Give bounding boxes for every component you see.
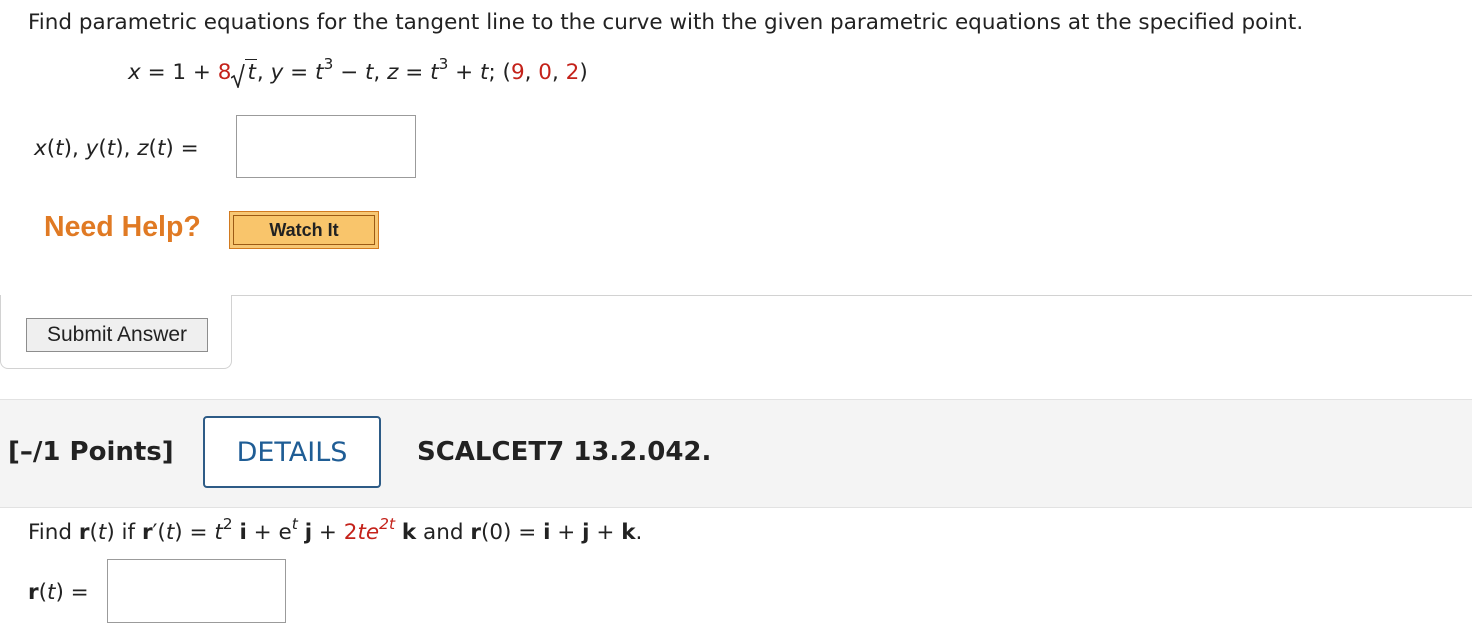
term-t: t xyxy=(214,520,223,545)
vector-r: r xyxy=(78,520,90,545)
question-1-equation: x = 1 + 8 t, y = t3 − t, z = t3 + t; (9, … xyxy=(128,56,588,88)
vector-r: r xyxy=(28,580,39,605)
eq-y-exp: 3 xyxy=(323,54,334,73)
prompt-text: and xyxy=(423,520,471,545)
point-sep: , xyxy=(524,60,539,85)
question-2-prompt: Find r(t) if r′(t) = t2 i + et j + 2te2t… xyxy=(28,514,643,545)
exp: 2 xyxy=(222,514,233,533)
details-button[interactable]: DETAILS xyxy=(203,416,381,488)
radical-icon xyxy=(231,64,246,88)
eq-z-exp: 3 xyxy=(438,54,449,73)
prompt-text: (0) = xyxy=(480,520,544,545)
unit-k: k xyxy=(401,520,417,545)
question-1-answer-input[interactable] xyxy=(236,115,416,178)
point-z: 2 xyxy=(565,60,580,85)
question-2-answer-input[interactable] xyxy=(107,559,286,623)
unit-j: j xyxy=(582,520,590,545)
question-2-answer-label: r(t) = xyxy=(28,580,89,605)
unit-i: i xyxy=(239,520,247,545)
watch-it-button[interactable]: Watch It xyxy=(229,211,379,249)
problem-id: SCALCET7 13.2.042. xyxy=(417,437,712,467)
sqrt-symbol: t xyxy=(231,59,257,88)
period: . xyxy=(635,520,643,545)
point-close: ) xyxy=(579,60,588,85)
exp: 2t xyxy=(379,514,396,533)
need-help-label: Need Help? xyxy=(44,211,201,243)
submit-answer-button[interactable]: Submit Answer xyxy=(26,318,208,352)
eq-x-lhs: = 1 + xyxy=(140,60,218,85)
point-sep: , xyxy=(551,60,566,85)
question-1-prompt: Find parametric equations for the tangen… xyxy=(28,10,1304,35)
divider xyxy=(232,295,1472,296)
eq-x-radicand: t xyxy=(245,59,257,85)
question-1-panel xyxy=(0,0,1470,294)
prompt-text: Find xyxy=(28,520,79,545)
question-1-answer-label: x(t), y(t), z(t) = xyxy=(34,136,199,161)
vector-r-prime: r xyxy=(141,520,153,545)
equals-sign: = xyxy=(173,136,199,161)
unit-j: j xyxy=(304,520,313,545)
exp: t xyxy=(291,514,298,533)
point-y: 0 xyxy=(538,60,552,85)
vector-r: r xyxy=(470,520,481,545)
plus: + xyxy=(589,520,622,545)
eq-x-coef: 8 xyxy=(217,60,232,85)
watch-it-label: Watch It xyxy=(233,215,375,245)
equals-sign: = xyxy=(63,580,89,605)
point-open: ( xyxy=(502,60,511,85)
unit-k: k xyxy=(621,520,636,545)
points-label: [–/1 Points] xyxy=(8,437,174,467)
plus: + xyxy=(550,520,583,545)
point-x: 9 xyxy=(510,60,525,85)
